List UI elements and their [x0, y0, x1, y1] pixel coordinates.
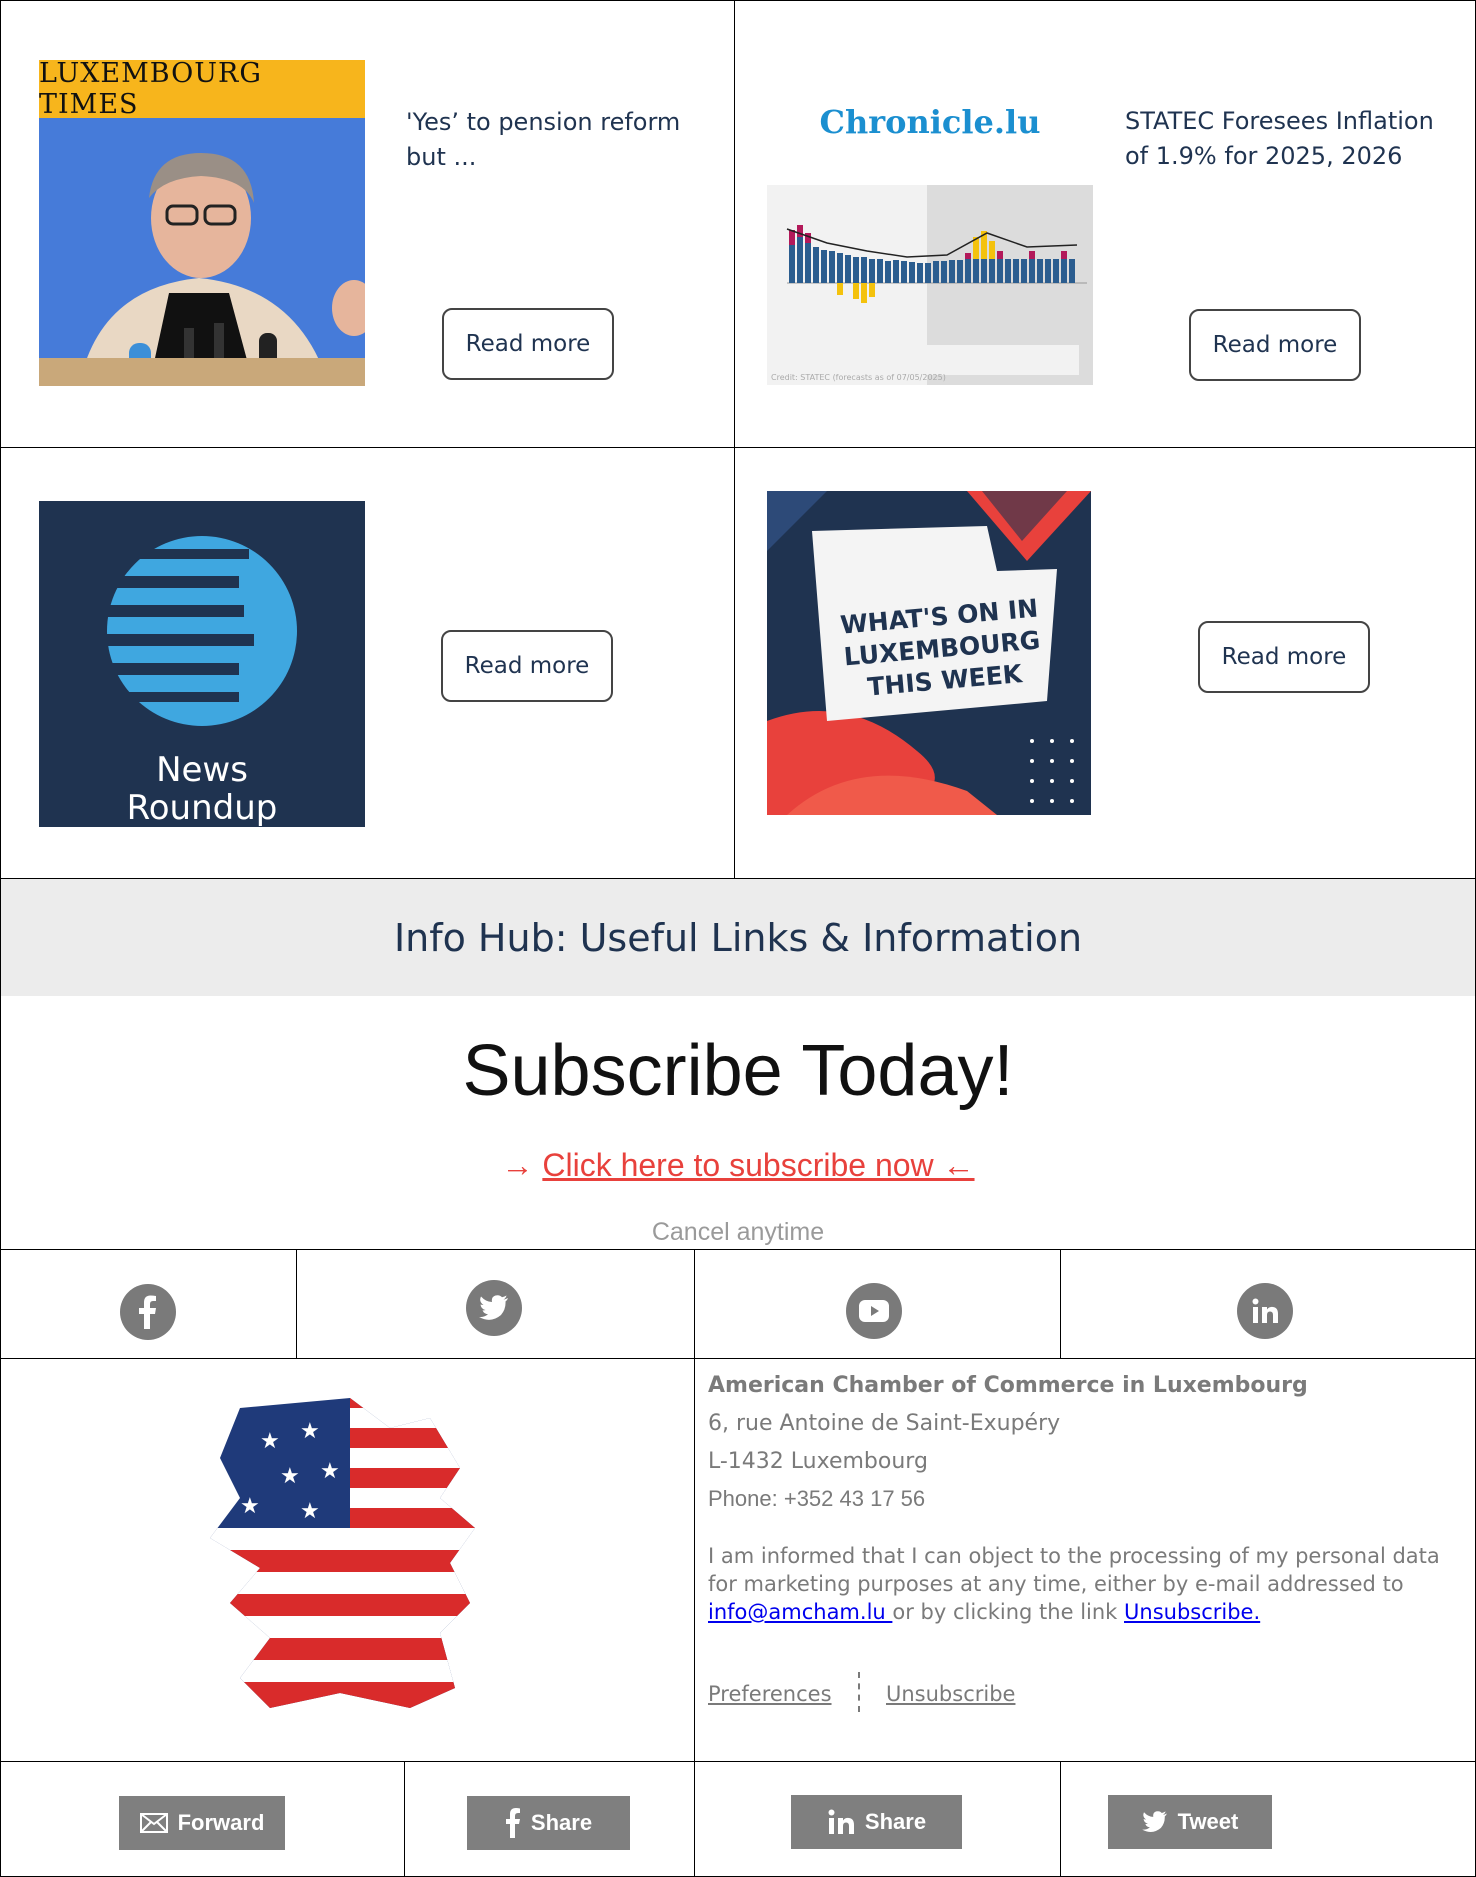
linkedin-in-icon — [828, 1809, 854, 1834]
svg-text:★: ★ — [320, 1459, 340, 1484]
headline-pension-line1: 'Yes’ to pension reform — [406, 108, 681, 136]
tweet-button[interactable]: Tweet — [1108, 1795, 1272, 1849]
twitter-bird-icon — [1141, 1811, 1167, 1832]
svg-text:★: ★ — [300, 1499, 320, 1524]
read-more-button-inflation[interactable]: Read more — [1189, 309, 1361, 381]
share-linkedin-label: Share — [864, 1809, 927, 1834]
subscribe-link[interactable]: Click here to subscribe now ← — [542, 1147, 974, 1183]
tweet-label: Tweet — [1177, 1809, 1239, 1834]
privacy-notice-text: I am informed that I can object to the p… — [708, 1544, 1440, 1596]
headline-pension[interactable]: 'Yes’ to pension reform but ... — [406, 105, 706, 175]
whats-on-thumbnail[interactable]: WHAT'S ON IN LUXEMBOURG THIS WEEK — [767, 491, 1091, 815]
address-street: 6, rue Antoine de Saint-Exupéry — [708, 1411, 1061, 1436]
svg-text:★: ★ — [280, 1464, 300, 1489]
share-facebook-button[interactable]: Share — [467, 1796, 630, 1850]
twitter-icon[interactable] — [466, 1280, 522, 1336]
subscribe-link-row: → Click here to subscribe now ← — [0, 1147, 1476, 1184]
preferences-link[interactable]: Preferences — [708, 1682, 832, 1706]
chronicle-logo: Chronicle.lu — [819, 103, 1041, 141]
svg-text:★: ★ — [300, 1419, 320, 1444]
news-roundup-label-line2: Roundup — [126, 788, 278, 827]
chronicle-thumbnail[interactable]: Chronicle.lu Credit: STATEC (forecasts a… — [767, 85, 1093, 385]
info-hub-banner[interactable]: Info Hub: Useful Links & Information — [0, 878, 1476, 997]
headline-pension-line2: but ... — [406, 143, 477, 171]
unsubscribe-link[interactable]: Unsubscribe — [886, 1682, 1015, 1706]
chart-credit: Credit: STATEC (forecasts as of 07/05/20… — [771, 373, 946, 382]
inflation-chart-image — [767, 185, 1093, 385]
news-roundup-label-line1: News — [156, 750, 248, 790]
privacy-notice-mid: or by clicking the link — [892, 1600, 1125, 1624]
privacy-notice: I am informed that I can object to the p… — [708, 1542, 1468, 1626]
org-name: American Chamber of Commerce in Luxembou… — [708, 1373, 1308, 1398]
read-more-button-pension[interactable]: Read more — [442, 308, 614, 380]
amcham-lion-logo: ★ ★ ★ ★ ★ ★ — [210, 1398, 475, 1708]
read-more-button-whats-on[interactable]: Read more — [1198, 621, 1370, 693]
luxembourg-times-logo: LUXEMBOURG TIMES — [39, 60, 262, 120]
headline-inflation-line1: STATEC Foresees Inflation — [1125, 107, 1434, 135]
envelope-icon — [139, 1813, 168, 1833]
forward-label: Forward — [177, 1810, 265, 1835]
address-city: L-1432 Luxembourg — [708, 1449, 928, 1474]
link-separator — [858, 1672, 860, 1712]
luxembourg-times-thumbnail[interactable]: LUXEMBOURG TIMES — [39, 60, 365, 386]
share-facebook-label: Share — [530, 1810, 593, 1835]
facebook-f-icon — [505, 1808, 520, 1838]
speaker-photo — [39, 118, 365, 386]
svg-text:★: ★ — [240, 1494, 260, 1519]
news-roundup-thumbnail[interactable]: News Roundup — [39, 501, 365, 827]
facebook-icon[interactable] — [120, 1284, 176, 1340]
cancel-anytime-note: Cancel anytime — [651, 1218, 825, 1246]
phone-number: Phone: +352 43 17 56 — [708, 1486, 926, 1511]
arrow-right-glyph: → — [501, 1147, 534, 1183]
svg-text:★: ★ — [260, 1429, 280, 1454]
unsubscribe-inline-link[interactable]: Unsubscribe. — [1124, 1600, 1260, 1624]
forward-button[interactable]: Forward — [119, 1796, 285, 1850]
share-linkedin-button[interactable]: Share — [791, 1795, 962, 1849]
globe-stripes-icon — [84, 536, 297, 726]
linkedin-icon[interactable] — [1237, 1283, 1293, 1339]
youtube-icon[interactable] — [846, 1283, 902, 1339]
email-link[interactable]: info@amcham.lu — [708, 1600, 892, 1624]
headline-inflation[interactable]: STATEC Foresees Inflation of 1.9% for 20… — [1125, 104, 1455, 174]
info-hub-title: Info Hub: Useful Links & Information — [393, 915, 1083, 960]
headline-inflation-line2: of 1.9% for 2025, 2026 — [1125, 142, 1403, 170]
subscribe-title: Subscribe Today! — [462, 1031, 1014, 1111]
read-more-button-roundup[interactable]: Read more — [441, 630, 613, 702]
